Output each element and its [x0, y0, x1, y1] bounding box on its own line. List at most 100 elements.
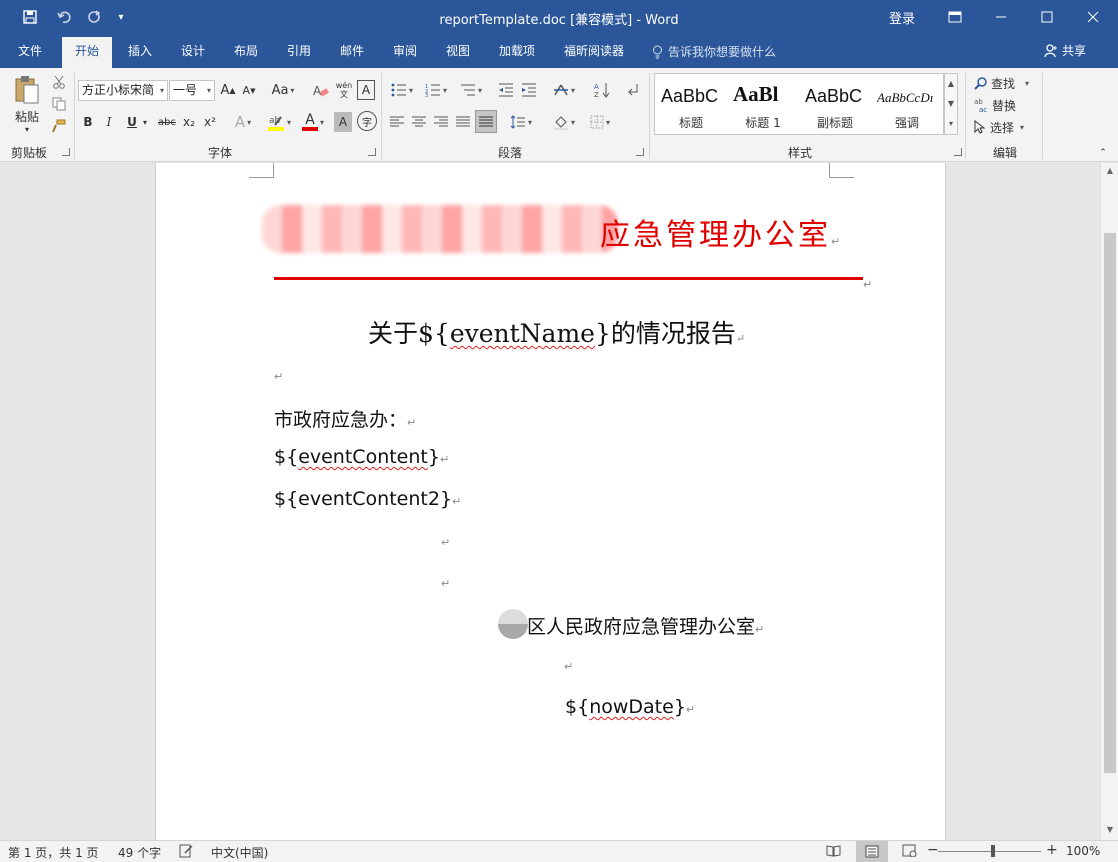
- line-spacing-icon[interactable]: ▾: [506, 112, 536, 132]
- paste-icon[interactable]: [10, 74, 44, 106]
- style-item-subtitle[interactable]: AaBbC 副标题: [799, 74, 871, 134]
- format-painter-icon[interactable]: [50, 117, 68, 135]
- login-link[interactable]: 登录: [889, 8, 915, 27]
- web-layout-icon[interactable]: [902, 844, 917, 860]
- decrease-indent-icon[interactable]: [496, 80, 516, 100]
- sort-icon[interactable]: AZ: [592, 80, 612, 100]
- tab-foxit-reader[interactable]: 福昕阅读器: [555, 34, 633, 68]
- shading-icon[interactable]: ▾: [549, 112, 579, 132]
- scrollbar-thumb[interactable]: [1104, 233, 1116, 773]
- numbering-icon[interactable]: 1 2 3 ▾: [421, 80, 451, 100]
- styles-launcher-icon[interactable]: [954, 148, 962, 156]
- vertical-scrollbar[interactable]: ▲ ▼: [1100, 163, 1118, 840]
- align-left-icon[interactable]: [388, 112, 406, 132]
- ribbon-display-options-icon[interactable]: [932, 0, 978, 34]
- tab-references[interactable]: 引用: [277, 34, 321, 68]
- paste-button[interactable]: 粘贴: [10, 108, 44, 124]
- clear-formatting-icon[interactable]: A: [311, 80, 331, 101]
- chevron-down-icon[interactable]: ▼: [945, 94, 957, 114]
- header-org-name[interactable]: 应急管理办公室↵: [600, 210, 840, 254]
- zoom-out-button[interactable]: −: [927, 842, 939, 858]
- replace-button[interactable]: ab ac 替换: [974, 96, 1036, 114]
- word-count[interactable]: 49 个字: [118, 844, 161, 861]
- zoom-slider-track[interactable]: [938, 851, 1041, 852]
- chevron-down-icon[interactable]: ▼: [1101, 825, 1118, 834]
- shrink-font-icon[interactable]: A ▼: [240, 80, 258, 101]
- underline-dropdown-icon[interactable]: ▾: [140, 112, 150, 132]
- copy-icon[interactable]: [50, 95, 68, 113]
- font-name-combo[interactable]: 方正小标宋简 ▾: [78, 80, 168, 101]
- clipboard-launcher-icon[interactable]: [62, 148, 70, 156]
- character-border-icon[interactable]: A: [357, 80, 375, 100]
- style-item-title[interactable]: AaBbC 标题: [655, 74, 727, 134]
- tab-file[interactable]: 文件: [8, 34, 52, 68]
- superscript-icon[interactable]: x²: [201, 112, 219, 132]
- date-line[interactable]: ${nowDate}↵: [565, 696, 695, 718]
- font-size-combo[interactable]: 一号 ▾: [169, 80, 215, 101]
- select-button[interactable]: 选择 ▾: [974, 118, 1036, 136]
- salutation-line[interactable]: 市政府应急办：↵: [274, 405, 416, 432]
- grow-font-icon[interactable]: A ▲: [219, 80, 237, 101]
- tab-addins[interactable]: 加载项: [490, 34, 544, 68]
- zoom-in-button[interactable]: +: [1046, 842, 1058, 858]
- more-styles-icon[interactable]: ▾: [945, 114, 957, 134]
- tab-insert[interactable]: 插入: [118, 34, 162, 68]
- page-count[interactable]: 第 1 页，共 1 页: [8, 844, 99, 861]
- subscript-icon[interactable]: x₂: [180, 112, 198, 132]
- document-heading[interactable]: 关于${eventName}的情况报告↵: [368, 314, 745, 350]
- tab-layout[interactable]: 布局: [224, 34, 268, 68]
- bullets-icon[interactable]: ▾: [388, 80, 416, 100]
- font-launcher-icon[interactable]: [368, 148, 376, 156]
- chevron-up-icon[interactable]: ▲: [1101, 166, 1118, 175]
- borders-icon[interactable]: ▾: [585, 112, 615, 132]
- minimize-icon[interactable]: [978, 0, 1024, 34]
- enclose-characters-icon[interactable]: 字: [357, 111, 377, 131]
- find-button[interactable]: 查找 ▾: [974, 74, 1036, 92]
- event-content2-line[interactable]: ${eventContent2}↵: [274, 488, 461, 510]
- italic-icon[interactable]: I: [101, 112, 117, 132]
- increase-indent-icon[interactable]: [519, 80, 539, 100]
- align-right-icon[interactable]: [432, 112, 450, 132]
- tab-mailings[interactable]: 邮件: [330, 34, 374, 68]
- strikethrough-icon[interactable]: abc: [156, 112, 178, 132]
- close-icon[interactable]: [1070, 0, 1116, 34]
- styles-gallery-scroll[interactable]: ▲ ▼ ▾: [944, 73, 958, 135]
- tab-home[interactable]: 开始: [62, 37, 112, 68]
- tab-design[interactable]: 设计: [171, 34, 215, 68]
- tell-me-search[interactable]: 告诉我你想要做什么: [652, 43, 776, 60]
- align-center-icon[interactable]: [410, 112, 428, 132]
- multilevel-list-icon[interactable]: ▾: [456, 80, 486, 100]
- paste-dropdown-icon[interactable]: ▾: [22, 124, 32, 134]
- paragraph-launcher-icon[interactable]: [636, 148, 644, 156]
- highlight-color-icon[interactable]: ab ▾: [264, 111, 294, 133]
- collapse-ribbon-icon[interactable]: ⌃: [1096, 148, 1110, 158]
- distributed-align-icon[interactable]: [475, 110, 497, 133]
- justify-icon[interactable]: [454, 112, 472, 132]
- proofing-icon[interactable]: [179, 844, 194, 861]
- print-layout-icon[interactable]: [856, 841, 888, 862]
- character-shading-icon[interactable]: A: [334, 112, 352, 132]
- share-button[interactable]: 共享: [1044, 42, 1086, 59]
- change-case-icon[interactable]: Aa ▾: [268, 80, 298, 101]
- style-item-emphasis[interactable]: AaBbCcDı 强调: [871, 74, 943, 134]
- style-item-heading1[interactable]: AaBl 标题 1: [727, 74, 799, 134]
- chinese-layout-icon[interactable]: ▾: [549, 80, 579, 100]
- show-formatting-marks-icon[interactable]: [624, 80, 642, 100]
- font-color-icon[interactable]: A ▾: [298, 111, 328, 133]
- read-mode-icon[interactable]: [826, 844, 841, 860]
- language-indicator[interactable]: 中文(中国): [211, 844, 268, 861]
- zoom-slider-thumb[interactable]: [991, 845, 995, 857]
- chevron-up-icon[interactable]: ▲: [945, 74, 957, 94]
- separator: [649, 73, 650, 159]
- tab-view[interactable]: 视图: [436, 34, 480, 68]
- text-effects-icon[interactable]: A ▾: [232, 111, 254, 133]
- signature-line[interactable]: 区人民政府应急管理办公室↵: [527, 612, 764, 639]
- zoom-level[interactable]: 100%: [1066, 844, 1100, 858]
- maximize-icon[interactable]: [1024, 0, 1070, 34]
- phonetic-guide-icon[interactable]: wén 文: [334, 78, 354, 102]
- bold-icon[interactable]: B: [80, 112, 96, 132]
- event-content-line[interactable]: ${eventContent}↵: [274, 446, 449, 468]
- cut-icon[interactable]: [50, 73, 68, 91]
- underline-icon[interactable]: U: [124, 112, 140, 132]
- tab-review[interactable]: 审阅: [383, 34, 427, 68]
